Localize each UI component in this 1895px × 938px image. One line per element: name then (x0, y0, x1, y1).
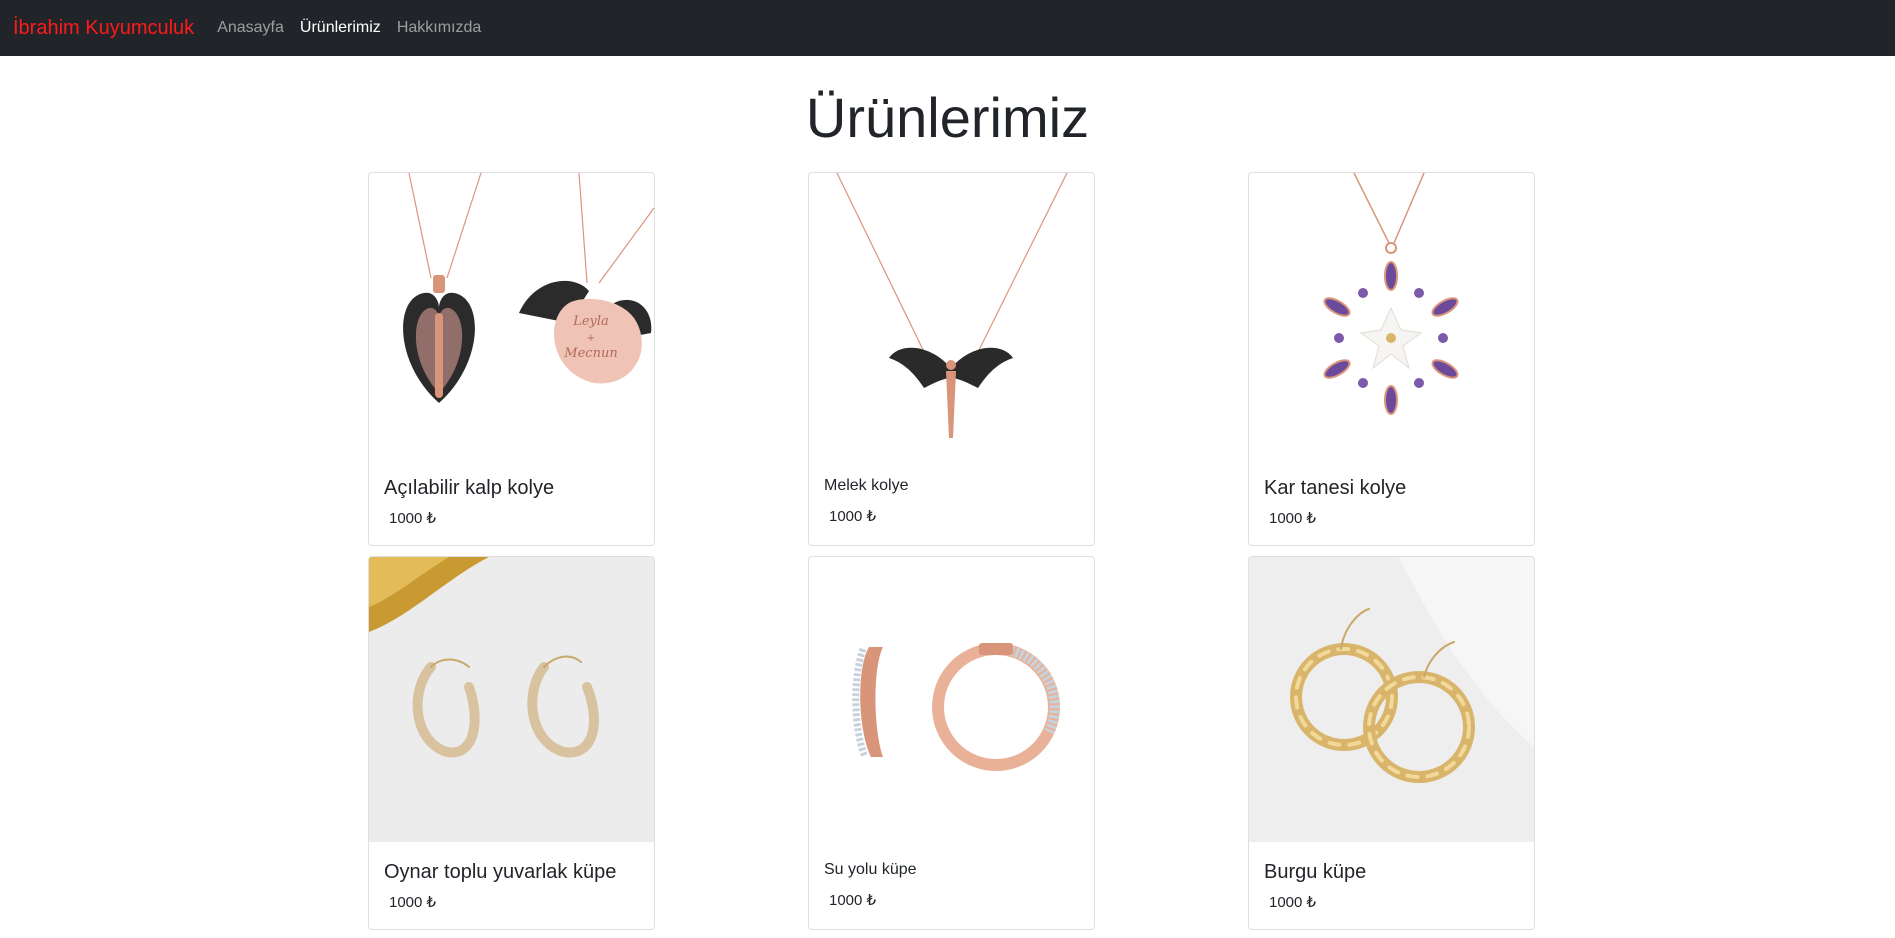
product-card[interactable]: Su yolu küpe 1000 ₺ (808, 556, 1095, 930)
product-image-snowflake-necklace (1249, 173, 1534, 458)
product-image-heart-necklace: Leyla + Mecnun (369, 173, 654, 458)
product-grid: Leyla + Mecnun Açılabilir kalp kolye 100… (0, 0, 1895, 938)
engraving-line-2: + (587, 333, 595, 344)
product-image-angel-necklace (809, 173, 1094, 458)
product-title: Oynar toplu yuvarlak küpe (384, 861, 617, 883)
product-card[interactable]: Burgu küpe 1000 ₺ (1248, 556, 1535, 930)
product-card[interactable]: Leyla + Mecnun Açılabilir kalp kolye 100… (368, 172, 655, 546)
product-title: Kar tanesi kolye (1264, 477, 1407, 499)
product-price: 1000 ₺ (1269, 510, 1317, 527)
product-price: 1000 ₺ (1269, 894, 1317, 911)
engraving-line-3: Mecnun (563, 346, 617, 361)
engraving-line-1: Leyla (572, 314, 609, 329)
product-price: 1000 ₺ (389, 894, 437, 911)
product-title: Burgu küpe (1264, 861, 1367, 883)
product-image-twisted-hoop-earrings (1249, 557, 1534, 842)
product-card[interactable]: Melek kolye 1000 ₺ (808, 172, 1095, 546)
product-image-stone-hoop-earrings (809, 557, 1094, 842)
product-price: 1000 ₺ (829, 892, 877, 909)
product-image-beaded-hoop-earrings (369, 557, 654, 842)
product-price: 1000 ₺ (389, 510, 437, 527)
product-card[interactable]: Oynar toplu yuvarlak küpe 1000 ₺ (368, 556, 655, 930)
product-title: Melek kolye (824, 477, 909, 494)
product-price: 1000 ₺ (829, 508, 877, 525)
product-card[interactable]: Kar tanesi kolye 1000 ₺ (1248, 172, 1535, 546)
product-title: Açılabilir kalp kolye (384, 477, 555, 499)
product-title: Su yolu küpe (824, 861, 917, 878)
